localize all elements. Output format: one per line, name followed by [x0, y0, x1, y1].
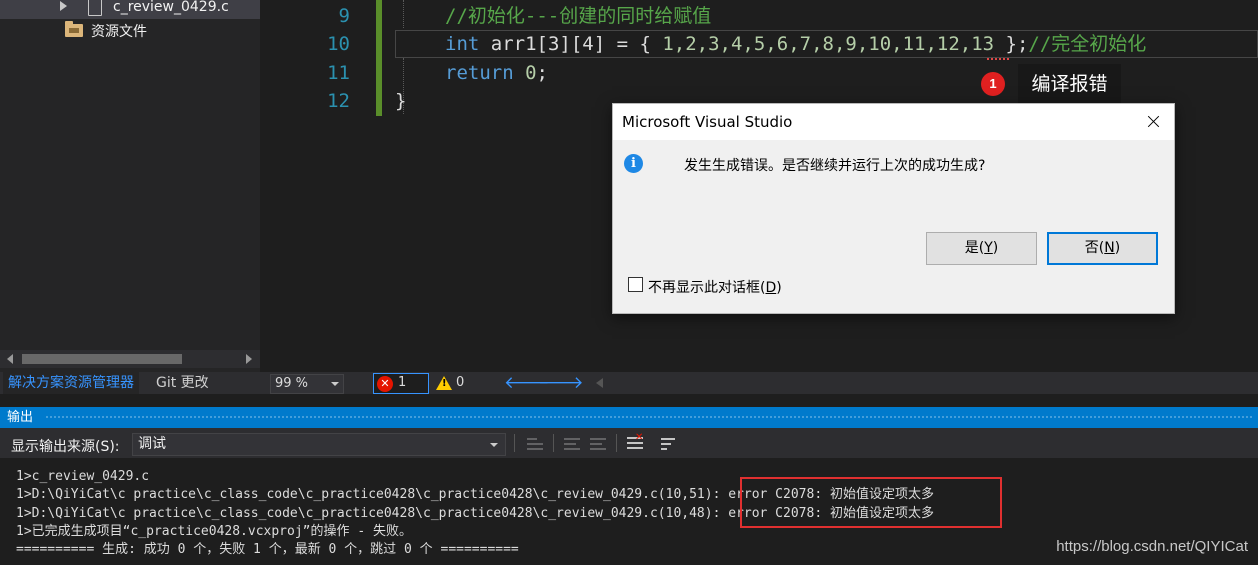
- zoom-value: 99 %: [275, 376, 309, 391]
- c-file-icon: [88, 0, 102, 16]
- checkbox-end: ): [776, 280, 782, 296]
- close-icon[interactable]: [1138, 108, 1168, 136]
- dialog-title: Microsoft Visual Studio: [622, 113, 793, 131]
- tab-git-changes[interactable]: Git 更改: [151, 372, 214, 394]
- collapse-left-icon[interactable]: [596, 378, 603, 388]
- chevron-down-icon: [490, 443, 498, 447]
- dont-show-label[interactable]: 不再显示此对话框(D): [648, 277, 782, 297]
- clear-all-icon[interactable]: ✕: [627, 432, 643, 450]
- line-number: 10: [327, 33, 350, 55]
- inline-comment: //完全初始化: [1028, 33, 1147, 55]
- scroll-thumb[interactable]: [22, 354, 182, 364]
- folder-icon: [65, 21, 83, 37]
- horizontal-scrollbar[interactable]: [0, 350, 260, 368]
- watermark: https://blog.csdn.net/QIYICat: [1056, 538, 1248, 555]
- return-value: 0: [525, 62, 537, 84]
- word-wrap-icon[interactable]: [661, 436, 677, 450]
- checkbox-key: D: [765, 280, 777, 296]
- output-source-label: 显示输出来源(S):: [11, 439, 120, 455]
- indent-guide: [403, 0, 404, 28]
- yes-end: ): [992, 240, 999, 256]
- output-line: 1>已完成生成项目“c_practice0428.vcxproj”的操作 - 失…: [16, 524, 412, 539]
- find-message-icon[interactable]: [527, 436, 543, 450]
- line-number: 11: [327, 62, 350, 84]
- toolbar-separator: [616, 434, 617, 452]
- output-title-text: 输出: [7, 410, 34, 425]
- statement-end: ;: [536, 62, 548, 84]
- error-circle-icon: ✕: [377, 376, 393, 392]
- code-line-12: }: [395, 90, 407, 112]
- build-error-dialog: Microsoft Visual Studio i 发生生成错误。是否继续并运行…: [612, 103, 1175, 314]
- tree-item-resource-files[interactable]: 资源文件: [0, 19, 260, 41]
- output-line: ========== 生成: 成功 0 个，失败 1 个，最新 0 个，跳过 0…: [16, 542, 519, 557]
- output-toolbar: 显示输出来源(S): 调试 ✕: [0, 428, 1258, 458]
- output-source-value: 调试: [138, 436, 166, 452]
- editor-status-strip: 99 % ✕ 1 0 🡐 🡒: [260, 372, 1258, 394]
- array-declaration: arr1[3][4] = {: [479, 33, 663, 55]
- output-line: 1>c_review_0429.c: [16, 469, 150, 484]
- code-line-10: int arr1[3][4] = { 1,2,3,4,5,6,7,8,9,10,…: [445, 30, 1146, 58]
- warning-triangle-icon[interactable]: [436, 376, 452, 390]
- no-label: 否(: [1084, 240, 1105, 256]
- zoom-select[interactable]: 99 %: [270, 374, 344, 394]
- checkbox-text: 不再显示此对话框(: [648, 280, 766, 296]
- initializer-values: 1,2,3,4,5,6,7,8,9,10,11,12,13: [662, 33, 995, 55]
- next-message-icon[interactable]: [590, 436, 606, 450]
- info-icon: i: [624, 154, 643, 173]
- vs-window: c_review_0429.c 资源文件 解决方案资源管理器 Git 更改 9 …: [0, 0, 1258, 565]
- toolbar-separator: [514, 434, 515, 452]
- no-key: N: [1104, 240, 1115, 256]
- yes-button[interactable]: 是(Y): [926, 232, 1037, 265]
- code-line-11: return 0;: [445, 59, 548, 87]
- code-line-9: //初始化---创建的同时给赋值: [445, 5, 712, 27]
- output-source-select[interactable]: 调试: [132, 433, 506, 456]
- panel-tabs: 解决方案资源管理器 Git 更改: [0, 372, 260, 394]
- dont-show-checkbox[interactable]: [628, 277, 643, 292]
- scroll-left-icon[interactable]: [7, 354, 13, 364]
- error-squiggle[interactable]: [987, 56, 1009, 60]
- error-count-button[interactable]: ✕ 1: [373, 373, 429, 394]
- tree-item-label: c_review_0429.c: [113, 0, 229, 15]
- tab-solution-explorer[interactable]: 解决方案资源管理器: [3, 372, 139, 394]
- no-button[interactable]: 否(N): [1047, 232, 1158, 265]
- warning-count[interactable]: 0: [456, 375, 464, 390]
- annotation-badge: 1: [981, 72, 1005, 96]
- previous-message-icon[interactable]: [564, 436, 580, 450]
- scroll-right-icon[interactable]: [246, 354, 252, 364]
- statement-end: };: [994, 33, 1029, 55]
- yes-label: 是(: [964, 240, 985, 256]
- dialog-message: 发生生成错误。是否继续并运行上次的成功生成?: [684, 158, 986, 174]
- annotation-label: 编译报错: [1018, 64, 1121, 104]
- keyword-int: int: [445, 33, 480, 55]
- solution-explorer: c_review_0429.c 资源文件: [0, 0, 260, 372]
- toolbar-separator: [553, 434, 554, 452]
- tree-item-c-review[interactable]: c_review_0429.c: [0, 0, 260, 19]
- no-end: ): [1114, 240, 1121, 256]
- error-count: 1: [398, 375, 407, 390]
- expand-arrow-icon[interactable]: [60, 1, 67, 11]
- output-panel-title: 输出: [0, 407, 1258, 428]
- line-number: 9: [338, 5, 350, 27]
- tree-item-label: 资源文件: [91, 24, 147, 40]
- navigate-forward-icon[interactable]: 🡒: [538, 373, 584, 393]
- dialog-titlebar: Microsoft Visual Studio: [613, 104, 1174, 140]
- keyword-return: return: [445, 62, 514, 84]
- chevron-down-icon: [331, 382, 339, 386]
- yes-key: Y: [984, 240, 993, 256]
- error-highlight-box: [740, 477, 1002, 528]
- line-number: 12: [327, 90, 350, 112]
- change-tracking-bar: [376, 0, 382, 116]
